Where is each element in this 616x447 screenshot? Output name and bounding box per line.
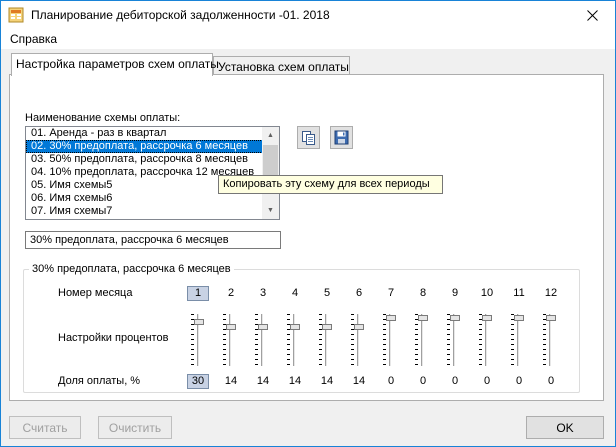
scroll-up-icon[interactable]: ▲ xyxy=(262,127,279,144)
slider-thumb[interactable] xyxy=(290,324,300,330)
save-scheme-button[interactable] xyxy=(330,126,353,149)
slider-thumb[interactable] xyxy=(514,315,524,321)
percent-slider[interactable] xyxy=(415,314,429,366)
percent-slider[interactable] xyxy=(511,314,525,366)
percent-slider[interactable] xyxy=(383,314,397,366)
percent-slider[interactable] xyxy=(287,314,301,366)
payment-share: 14 xyxy=(224,375,238,387)
month-number: 4 xyxy=(291,287,299,299)
percent-slider[interactable] xyxy=(191,314,205,366)
slider-thumb[interactable] xyxy=(482,315,492,321)
slider-thumb[interactable] xyxy=(322,324,332,330)
menu-bar: Справка xyxy=(1,29,615,49)
slider-thumb[interactable] xyxy=(546,315,556,321)
percent-slider[interactable] xyxy=(351,314,365,366)
payment-share: 14 xyxy=(256,375,270,387)
menu-help[interactable]: Справка xyxy=(10,32,57,46)
scheme-listbox[interactable]: 01. Аренда - раз в квартал 02. 30% предо… xyxy=(25,126,280,220)
month-number: 7 xyxy=(387,287,395,299)
month-number: 10 xyxy=(480,287,494,299)
payment-share: 0 xyxy=(483,375,491,387)
list-item[interactable]: 01. Аренда - раз в квартал xyxy=(26,127,263,140)
month-number: 6 xyxy=(355,287,363,299)
payment-share: 0 xyxy=(515,375,523,387)
payment-share-label: Доля оплаты, % xyxy=(58,375,141,387)
percent-slider[interactable] xyxy=(543,314,557,366)
percent-slider[interactable] xyxy=(479,314,493,366)
payment-share: 14 xyxy=(288,375,302,387)
month-number: 9 xyxy=(451,287,459,299)
tab-payment-scheme-settings[interactable]: Настройка параметров схем оплаты xyxy=(11,53,219,76)
list-scrollbar[interactable]: ▲ ▼ xyxy=(262,127,279,219)
payment-share: 0 xyxy=(419,375,427,387)
payment-share: 0 xyxy=(387,375,395,387)
scroll-down-icon[interactable]: ▼ xyxy=(262,202,279,219)
month-number: 5 xyxy=(323,287,331,299)
month-number: 8 xyxy=(419,287,427,299)
title-bar: Планирование дебиторской задолженности -… xyxy=(1,1,615,29)
window-title: Планирование дебиторской задолженности -… xyxy=(31,8,330,22)
month-number: 2 xyxy=(227,287,235,299)
slider-thumb[interactable] xyxy=(226,324,236,330)
month-number-label: Номер месяца xyxy=(58,287,133,299)
close-icon xyxy=(586,9,598,21)
payment-share-selected[interactable]: 30 xyxy=(187,374,209,389)
calculate-button[interactable]: Считать xyxy=(9,416,81,439)
list-item-selected[interactable]: 02. 30% предоплата, рассрочка 6 месяцев xyxy=(26,140,263,153)
copy-tooltip: Копировать эту схему для всех периоды xyxy=(218,175,443,194)
close-button[interactable] xyxy=(569,1,615,29)
slider-thumb[interactable] xyxy=(450,315,460,321)
percent-slider[interactable] xyxy=(223,314,237,366)
percent-slider[interactable] xyxy=(319,314,333,366)
scheme-name-field[interactable]: 30% предоплата, рассрочка 6 месяцев xyxy=(25,231,281,249)
slider-thumb[interactable] xyxy=(354,324,364,330)
save-icon xyxy=(334,130,349,145)
slider-thumb[interactable] xyxy=(194,319,204,325)
month-number: 12 xyxy=(544,287,558,299)
clear-button[interactable]: Очистить xyxy=(98,416,172,439)
percent-slider[interactable] xyxy=(255,314,269,366)
payment-share: 14 xyxy=(320,375,334,387)
payment-share: 14 xyxy=(352,375,366,387)
list-item[interactable]: 03. 50% предоплата, рассрочка 8 месяцев xyxy=(26,153,263,166)
month-number: 11 xyxy=(513,287,525,299)
payment-share: 0 xyxy=(451,375,459,387)
percent-settings-label: Настройки процентов xyxy=(58,332,169,344)
scroll-thumb[interactable] xyxy=(263,145,278,177)
app-icon xyxy=(8,7,24,23)
month-number: 3 xyxy=(259,287,267,299)
month-number-selected[interactable]: 1 xyxy=(187,286,209,301)
copy-icon xyxy=(302,131,315,145)
copy-scheme-button[interactable] xyxy=(297,126,320,149)
percent-slider[interactable] xyxy=(447,314,461,366)
scheme-name-label: Наименование схемы оплаты: xyxy=(25,112,181,124)
slider-thumb[interactable] xyxy=(386,315,396,321)
slider-thumb[interactable] xyxy=(258,324,268,330)
list-item[interactable]: 07. Имя схемы7 xyxy=(26,205,263,218)
payment-share: 0 xyxy=(547,375,555,387)
slider-thumb[interactable] xyxy=(418,315,428,321)
groupbox-title: 30% предоплата, рассрочка 6 месяцев xyxy=(29,263,234,275)
ok-button[interactable]: OK xyxy=(526,416,604,439)
